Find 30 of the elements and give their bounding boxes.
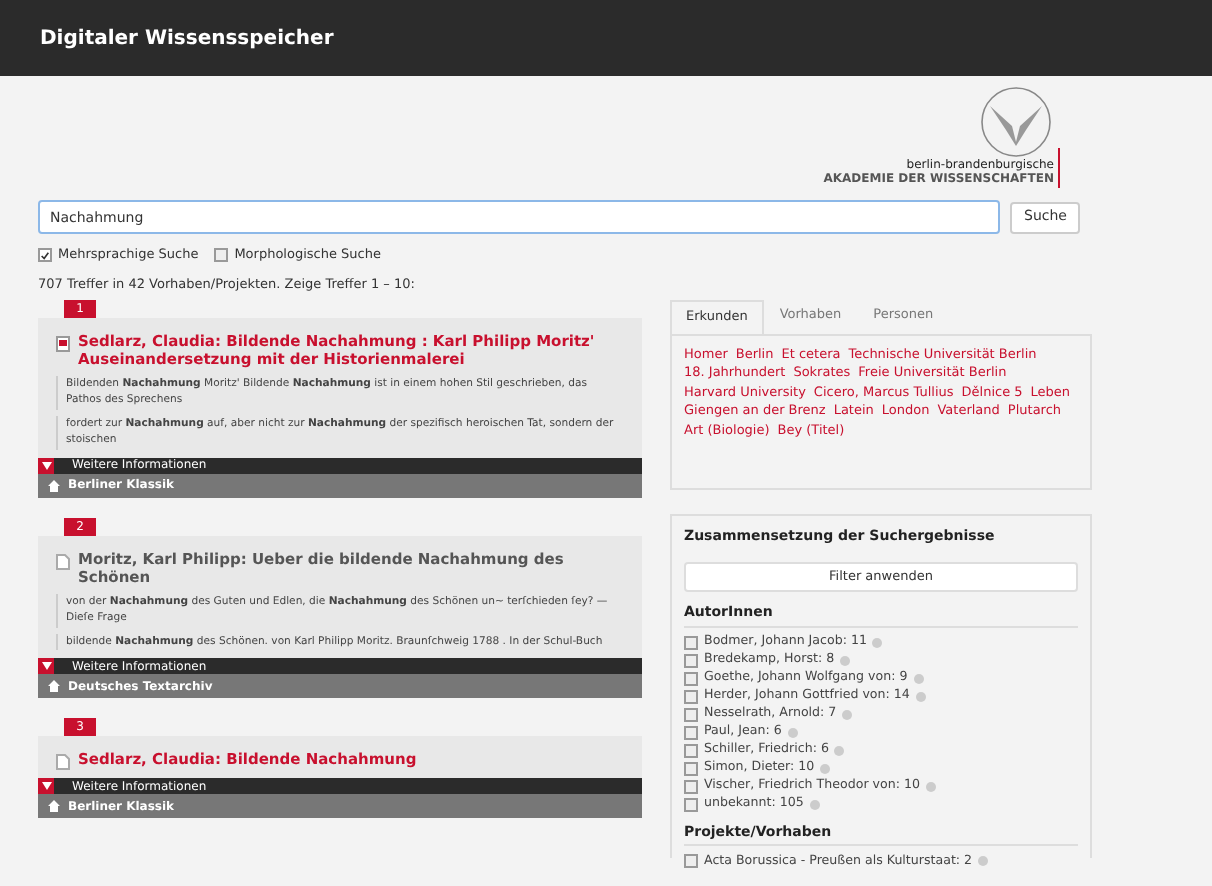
checkbox[interactable] <box>684 671 698 685</box>
document-icon <box>56 553 70 569</box>
info-icon[interactable] <box>787 727 798 737</box>
checkbox[interactable] <box>684 653 698 667</box>
checkbox[interactable] <box>684 761 698 775</box>
info-icon[interactable] <box>809 799 820 809</box>
site-title: Digitaler Wissensspeicher <box>40 25 334 53</box>
info-icon[interactable] <box>842 709 853 719</box>
checkbox[interactable] <box>684 635 698 649</box>
info-icon[interactable] <box>978 856 989 866</box>
checkbox[interactable] <box>684 854 698 868</box>
info-icon[interactable] <box>926 781 936 791</box>
checkbox[interactable] <box>684 707 698 721</box>
caret-icon <box>38 457 54 473</box>
caret-icon <box>38 778 54 794</box>
checkbox[interactable] <box>38 248 52 263</box>
caret-icon <box>38 658 54 674</box>
pdf-file-icon <box>56 335 70 351</box>
document-icon <box>56 754 70 770</box>
home-icon <box>48 800 60 812</box>
checkbox[interactable] <box>684 779 698 793</box>
checkbox[interactable] <box>684 743 698 757</box>
info-icon[interactable] <box>872 637 883 647</box>
checkbox[interactable] <box>684 797 698 811</box>
checkbox[interactable] <box>684 725 698 739</box>
home-icon <box>48 479 60 491</box>
info-icon[interactable] <box>840 655 851 665</box>
home-icon <box>48 680 60 692</box>
checkbox[interactable] <box>684 689 698 703</box>
checkbox[interactable] <box>214 248 229 263</box>
